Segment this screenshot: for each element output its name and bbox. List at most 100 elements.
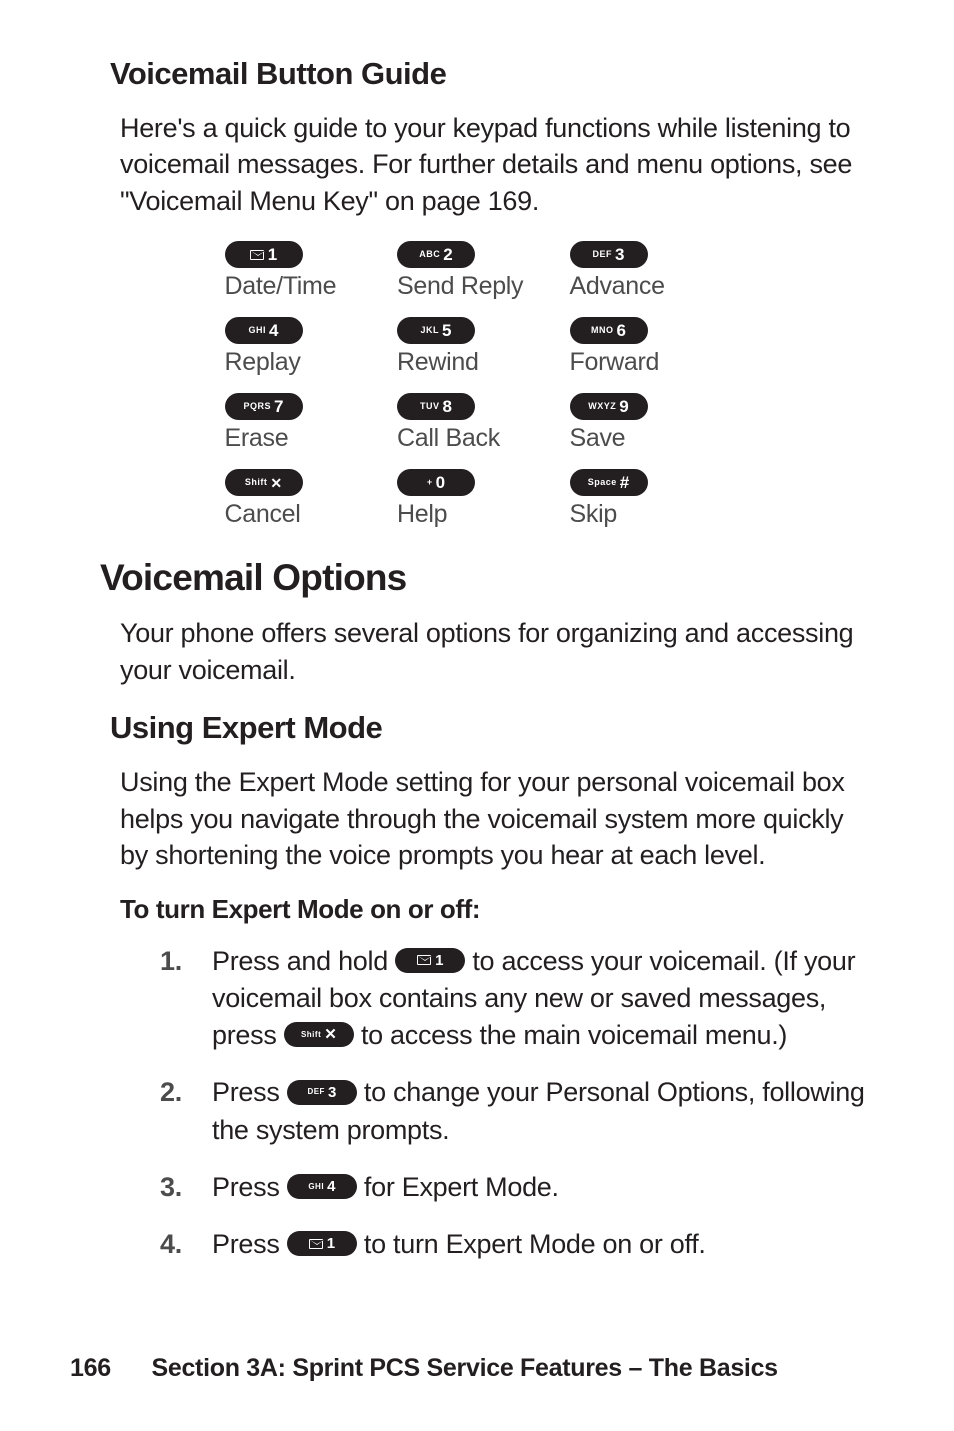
envelope-icon xyxy=(309,1239,323,1249)
steps-list: 1. Press and hold 1 to access your voice… xyxy=(160,943,874,1264)
step-text: Press xyxy=(212,1077,287,1107)
keypad-cell: 1 Date/Time xyxy=(225,241,385,301)
envelope-icon xyxy=(417,955,431,965)
key-pill: 1 xyxy=(225,241,303,268)
keypad-row: GHI4 Replay JKL5 Rewind MNO6 Forward xyxy=(225,317,730,377)
key-function-label: Rewind xyxy=(397,348,479,377)
section-title: Section 3A: Sprint PCS Service Features … xyxy=(151,1354,777,1382)
key-main-glyph: 5 xyxy=(442,322,451,339)
key-4-icon: GHI 4 xyxy=(287,1174,357,1199)
step-text: Press xyxy=(212,1172,287,1202)
keypad-row: PQRS7 Erase TUV8 Call Back WXYZ9 Save xyxy=(225,393,730,453)
keypad-cell: +0 Help xyxy=(397,469,557,529)
key-1-icon: 1 xyxy=(395,948,465,973)
key-main-glyph: 4 xyxy=(327,1179,335,1194)
step-number: 4. xyxy=(160,1226,182,1263)
key-star-icon: Shift ✕ xyxy=(284,1022,354,1047)
step-number: 3. xyxy=(160,1169,182,1206)
step-number: 2. xyxy=(160,1074,182,1111)
key-main-glyph: 3 xyxy=(615,246,624,263)
key-function-label: Cancel xyxy=(225,500,301,529)
key-sub-label: PQRS xyxy=(244,402,272,411)
keypad-cell: JKL5 Rewind xyxy=(397,317,557,377)
step-1: 1. Press and hold 1 to access your voice… xyxy=(160,943,874,1055)
keypad-guide-table: 1 Date/Time ABC2 Send Reply DEF3 Advance GHI4 R… xyxy=(225,241,730,529)
key-function-label: Save xyxy=(570,424,626,453)
keypad-cell: TUV8 Call Back xyxy=(397,393,557,453)
key-function-label: Skip xyxy=(570,500,617,529)
key-pill: DEF3 xyxy=(570,241,648,268)
key-pill: Space# xyxy=(570,469,648,496)
envelope-icon xyxy=(250,250,264,260)
keypad-row: Shift✕Cancel+0HelpSpace#Skip xyxy=(225,469,730,529)
intro-paragraph-2: Your phone offers several options for or… xyxy=(120,615,874,688)
keypad-cell: GHI4 Replay xyxy=(225,317,385,377)
key-pill: GHI4 xyxy=(225,317,303,344)
key-pill: ABC2 xyxy=(397,241,475,268)
key-main-glyph: 9 xyxy=(619,398,628,415)
procedure-title: To turn Expert Mode on or off: xyxy=(120,894,884,925)
key-main-glyph: 7 xyxy=(274,398,283,415)
key-1-icon: 1 xyxy=(287,1231,357,1256)
key-sub-label: TUV xyxy=(420,402,440,411)
key-function-label: Date/Time xyxy=(225,272,337,301)
key-pill: JKL5 xyxy=(397,317,475,344)
key-function-label: Help xyxy=(397,500,447,529)
key-pill: Shift✕ xyxy=(225,469,303,496)
key-function-label: Erase xyxy=(225,424,289,453)
keypad-cell: ABC2 Send Reply xyxy=(397,241,557,301)
key-main-glyph: 6 xyxy=(617,322,626,339)
step-text: to access the main voicemail menu.) xyxy=(361,1020,787,1050)
key-sub-label: Shift xyxy=(301,1031,321,1039)
step-number: 1. xyxy=(160,943,182,980)
key-main-glyph: 0 xyxy=(436,474,445,491)
key-sub-label: GHI xyxy=(308,1183,324,1191)
key-sub-label: DEF xyxy=(593,250,613,259)
key-main-glyph: 3 xyxy=(328,1085,336,1100)
key-3-icon: DEF 3 xyxy=(287,1080,357,1105)
key-function-label: Advance xyxy=(570,272,665,301)
step-text: to turn Expert Mode on or off. xyxy=(364,1229,706,1259)
step-4: 4. Press 1 to turn Expert Mode on or off… xyxy=(160,1226,874,1263)
key-main-glyph: 1 xyxy=(435,953,443,968)
key-main-glyph: 8 xyxy=(443,398,452,415)
key-function-label: Call Back xyxy=(397,424,500,453)
key-main-glyph: ✕ xyxy=(270,476,282,490)
key-main-glyph: 2 xyxy=(443,246,452,263)
heading-voicemail-options: Voicemail Options xyxy=(100,557,884,599)
keypad-cell: Shift✕ Cancel xyxy=(225,469,385,529)
key-main-glyph: 4 xyxy=(269,322,278,339)
keypad-cell: MNO6 Forward xyxy=(570,317,730,377)
key-sub-label: + xyxy=(427,478,433,487)
key-function-label: Send Reply xyxy=(397,272,523,301)
key-sub-label: MNO xyxy=(591,326,614,335)
heading-voicemail-button-guide: Voicemail Button Guide xyxy=(110,56,884,92)
step-text: Press xyxy=(212,1229,287,1259)
step-text: for Expert Mode. xyxy=(364,1172,559,1202)
key-function-label: Replay xyxy=(225,348,301,377)
keypad-cell: DEF3 Advance xyxy=(570,241,730,301)
key-sub-label: Space xyxy=(588,478,617,487)
step-2: 2. Press DEF 3 to change your Personal O… xyxy=(160,1074,874,1149)
step-3: 3. Press GHI 4 for Expert Mode. xyxy=(160,1169,874,1206)
key-main-glyph: 1 xyxy=(327,1236,335,1251)
key-sub-label: JKL xyxy=(421,326,440,335)
key-sub-label: DEF xyxy=(307,1088,325,1096)
key-main-glyph: # xyxy=(620,474,629,491)
keypad-cell: PQRS7 Erase xyxy=(225,393,385,453)
key-pill: TUV8 xyxy=(397,393,475,420)
key-main-glyph: 1 xyxy=(268,246,277,263)
keypad-cell: Space#Skip xyxy=(570,469,730,529)
key-function-label: Forward xyxy=(570,348,660,377)
key-pill: +0 xyxy=(397,469,475,496)
intro-paragraph-3: Using the Expert Mode setting for your p… xyxy=(120,764,874,873)
key-pill: MNO6 xyxy=(570,317,648,344)
key-sub-label: ABC xyxy=(419,250,440,259)
intro-paragraph-1: Here's a quick guide to your keypad func… xyxy=(120,110,874,219)
key-pill: PQRS7 xyxy=(225,393,303,420)
page-footer: 166 Section 3A: Sprint PCS Service Featu… xyxy=(70,1354,778,1383)
key-sub-label: WXYZ xyxy=(588,402,616,411)
key-sub-label: Shift xyxy=(245,478,268,487)
key-main-glyph: ✕ xyxy=(324,1027,336,1042)
page-number: 166 xyxy=(70,1354,111,1382)
